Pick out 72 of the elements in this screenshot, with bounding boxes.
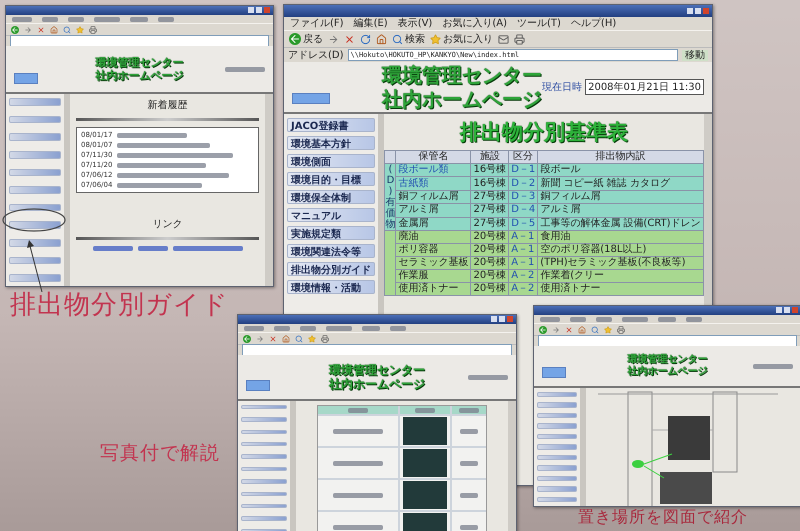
date-field: 2008年01月21日 11:30	[585, 79, 704, 95]
table-cell: 20号棟	[470, 256, 509, 270]
table-cell: 金属屑	[396, 217, 471, 230]
site-title: 環境管理センター	[96, 56, 184, 69]
table-cell: 16号棟	[470, 176, 509, 190]
group-label: (D)有価物	[384, 164, 396, 230]
page-heading: 排出物分別基準表	[460, 120, 628, 144]
sidebar-link[interactable]: 実施規定類	[287, 226, 375, 240]
menu-item[interactable]: 編集(E)	[354, 18, 388, 30]
site-title: 社内ホームページ	[96, 69, 184, 82]
sidebar-link[interactable]: 環境保全体制	[287, 190, 375, 204]
date-label: 現在日時	[542, 80, 582, 94]
site-title: 社内ホームページ	[329, 377, 425, 392]
sidebar-link[interactable]: 環境関連法令等	[287, 244, 375, 258]
table-cell: 作業着(クリー	[538, 270, 704, 282]
caption: 写真付で解説	[100, 443, 220, 465]
table-cell: ポリ容器	[396, 244, 471, 256]
table-cell: 工事等の解体金属 設備(CRT)ドレン	[538, 217, 704, 230]
column-header: 施設	[470, 150, 509, 164]
site-title: 環境管理センター	[382, 63, 542, 87]
table-cell: 20号棟	[470, 270, 509, 282]
table-cell: 27号棟	[470, 204, 509, 218]
search-button[interactable]: 検索	[392, 32, 425, 46]
sidebar-link[interactable]: 環境情報・活動	[287, 280, 375, 294]
favorites-button[interactable]: お気に入り	[430, 32, 493, 46]
sidebar-link[interactable]: 環境目的・目標	[287, 172, 375, 186]
caption: 置き場所を図面で紹介	[578, 508, 748, 526]
table-cell: 古紙類	[396, 176, 471, 190]
caption: 排出物分別ガイド	[10, 291, 229, 321]
table-cell: 段ボール	[538, 164, 704, 177]
menu-item[interactable]: ファイル(F)	[290, 18, 344, 30]
table-cell: 作業服	[396, 270, 471, 282]
table-cell: 27号棟	[470, 217, 509, 230]
table-cell: 20号棟	[470, 230, 509, 244]
table-cell: セラミック基板	[396, 256, 471, 270]
column-header: 排出物内訳	[538, 150, 704, 164]
table-cell: 廃油	[396, 230, 471, 244]
menu-item[interactable]: 表示(V)	[398, 18, 432, 30]
go-button[interactable]: 移動	[682, 50, 708, 60]
table-cell: 空のポリ容器(18L以上)	[538, 244, 704, 256]
menu-item[interactable]: ヘルプ(H)	[570, 18, 616, 30]
table-cell: 段ボール類	[396, 164, 471, 177]
address-label: アドレス(D)	[288, 49, 344, 62]
links-heading: リンク	[152, 218, 182, 231]
table-cell: 新聞 コピー紙 雑誌 カタログ	[538, 176, 704, 190]
site-title: 社内ホームページ	[628, 366, 708, 378]
table-cell: 27号棟	[470, 190, 509, 204]
table-cell: アルミ屑	[396, 204, 471, 218]
menu-item[interactable]: お気に入り(A)	[442, 18, 507, 30]
news-heading: 新着履歴	[148, 98, 188, 112]
table-cell: 20号棟	[470, 282, 509, 296]
table-cell: 使用済トナー	[538, 282, 704, 296]
site-title: 環境管理センター	[329, 362, 425, 377]
table-cell: 16号棟	[470, 164, 509, 177]
table-cell: 使用済トナー	[396, 282, 471, 296]
back-button[interactable]: 戻る	[289, 32, 323, 46]
table-cell: 銅フィルム屑	[396, 190, 471, 204]
sidebar-link[interactable]: マニュアル	[287, 208, 375, 222]
table-cell: 20号棟	[470, 244, 509, 256]
table-cell: アルミ屑	[538, 204, 704, 218]
column-header: 区分	[508, 150, 538, 164]
table-cell: 銅フィルム屑	[538, 190, 704, 204]
sidebar-link[interactable]: 環境基本方針	[287, 136, 375, 150]
column-header: 保管名	[396, 150, 471, 164]
menu-item[interactable]: ツール(T)	[517, 18, 561, 30]
sidebar-link[interactable]: JACO登録書	[287, 118, 375, 132]
site-title: 社内ホームページ	[382, 87, 542, 111]
table-cell: 食用油	[538, 230, 704, 244]
sidebar-link[interactable]: 環境側面	[287, 154, 375, 168]
table-cell: (TPH)セラミック基板(不良板等)	[538, 256, 704, 270]
sidebar-link[interactable]: 排出物分別ガイド	[287, 262, 375, 276]
site-title: 環境管理センター	[628, 354, 708, 366]
